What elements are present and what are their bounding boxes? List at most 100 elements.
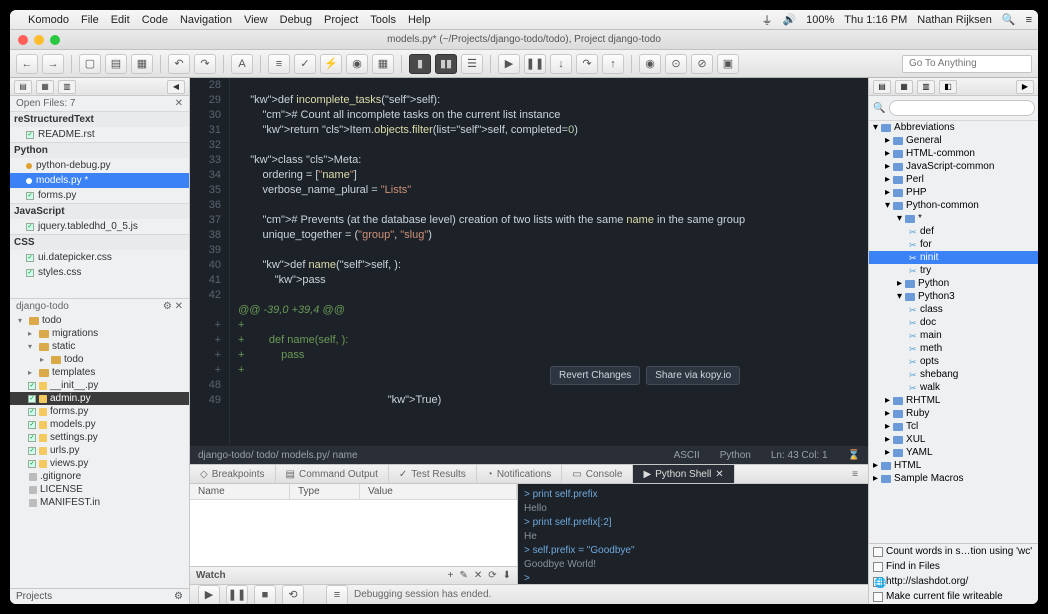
rt-js-common[interactable]: ▸JavaScript-common [869, 160, 1038, 173]
rp-tab-1[interactable]: ▤ [873, 80, 891, 94]
watch-refresh-icon[interactable]: ⟳ [488, 570, 496, 581]
rt-html-common[interactable]: ▸HTML-common [869, 147, 1038, 160]
rt-python3[interactable]: ▾Python3 [869, 290, 1038, 303]
debug-restart-icon[interactable]: ⟲ [282, 585, 304, 605]
tree-manifest[interactable]: MANIFEST.in [10, 496, 189, 509]
undo-button[interactable]: ↶ [168, 54, 190, 74]
rt-for[interactable]: ✂for [869, 238, 1038, 251]
save-macro-button[interactable]: ▣ [717, 54, 739, 74]
rt-general[interactable]: ▸General [869, 134, 1038, 147]
rt-star[interactable]: ▾* [869, 212, 1038, 225]
file-datepicker-css[interactable]: ✓ui.datepicker.css [10, 250, 189, 265]
file-models[interactable]: models.py * [10, 173, 189, 188]
watch-col-value[interactable]: Value [360, 484, 517, 499]
rt-yaml[interactable]: ▸YAML [869, 446, 1038, 459]
project-close-icon[interactable]: ✕ [175, 301, 183, 312]
status-language[interactable]: Python [720, 450, 751, 461]
rt-html[interactable]: ▸HTML [869, 459, 1038, 472]
debug-play-button[interactable]: ▶ [498, 54, 520, 74]
open-button[interactable]: ▤ [105, 54, 127, 74]
rp-tab-3[interactable]: ▥ [917, 80, 935, 94]
debug-play-icon[interactable]: ▶ [198, 585, 220, 605]
back-button[interactable]: ← [16, 54, 38, 74]
file-styles-css[interactable]: ✓styles.css [10, 265, 189, 280]
app-name[interactable]: Komodo [28, 14, 69, 26]
rb-slashdot[interactable]: 🌐http://slashdot.org/ [869, 574, 1038, 589]
debug-step-out-button[interactable]: ↑ [602, 54, 624, 74]
tree-urls-py[interactable]: ✓urls.py [10, 444, 189, 457]
rt-shebang[interactable]: ✂shebang [869, 368, 1038, 381]
menu-edit[interactable]: Edit [111, 14, 130, 26]
revert-changes-button[interactable]: Revert Changes [550, 366, 640, 385]
view-mode-1[interactable]: ▮ [409, 54, 431, 74]
menu-code[interactable]: Code [142, 14, 168, 26]
stop-macro-button[interactable]: ⊘ [691, 54, 713, 74]
status-encoding[interactable]: ASCII [674, 450, 700, 461]
watch-body[interactable] [190, 500, 517, 566]
menu-help[interactable]: Help [408, 14, 431, 26]
file-forms[interactable]: ✓forms.py [10, 188, 189, 203]
rt-perl[interactable]: ▸Perl [869, 173, 1038, 186]
file-readme[interactable]: ✓README.rst [10, 127, 189, 142]
run-macro-button[interactable]: ⚡ [320, 54, 342, 74]
check-button[interactable]: ≡ [268, 54, 290, 74]
view-mode-2[interactable]: ▮▮ [435, 54, 457, 74]
project-name[interactable]: django-todo [16, 301, 69, 312]
minimize-icon[interactable] [34, 35, 44, 45]
rt-python[interactable]: ▸Python [869, 277, 1038, 290]
rt-sample-macros[interactable]: ▸Sample Macros [869, 472, 1038, 485]
debug-step-in-button[interactable]: ↓ [550, 54, 572, 74]
python-shell-pane[interactable]: > print self.prefixHello> print self.pre… [518, 484, 868, 584]
battery-status[interactable]: 100% [806, 14, 834, 26]
projects-gear-icon[interactable]: ⚙ [174, 591, 183, 602]
record-button[interactable]: ◉ [346, 54, 368, 74]
close-tab-icon[interactable]: ✕ [715, 469, 723, 480]
save-button[interactable]: ▦ [131, 54, 153, 74]
debug-list-icon[interactable]: ≡ [326, 585, 348, 605]
zoom-icon[interactable] [50, 35, 60, 45]
rp-tab-2[interactable]: ▦ [895, 80, 913, 94]
user-name[interactable]: Nathan Rijksen [917, 14, 992, 26]
tree-views-py[interactable]: ✓views.py [10, 457, 189, 470]
debug-stop-icon[interactable]: ■ [254, 585, 276, 605]
tree-templates[interactable]: ▸templates [10, 366, 189, 379]
goto-anything-input[interactable] [902, 55, 1032, 73]
code-editor[interactable]: 282930313233343536373839404142++++4849 R… [190, 78, 868, 446]
tree-forms-py[interactable]: ✓forms.py [10, 405, 189, 418]
project-gear-icon[interactable]: ⚙ [163, 301, 172, 312]
rt-walk[interactable]: ✂walk [869, 381, 1038, 394]
view-mode-3[interactable]: ☰ [461, 54, 483, 74]
menu-view[interactable]: View [244, 14, 268, 26]
rt-py-common[interactable]: ▾Python-common [869, 199, 1038, 212]
file-jquery[interactable]: ✓jquery.tabledhd_0_5.js [10, 219, 189, 234]
menu-tools[interactable]: Tools [370, 14, 396, 26]
notifications-icon[interactable]: ≡ [1026, 14, 1032, 26]
toolbox-search-input[interactable] [889, 100, 1035, 116]
record-macro-button[interactable]: ◉ [639, 54, 661, 74]
share-kopy-button[interactable]: Share via kopy.io [646, 366, 740, 385]
rt-xul[interactable]: ▸XUL [869, 433, 1038, 446]
bottom-panel-menu-icon[interactable]: ≡ [842, 465, 868, 483]
menu-debug[interactable]: Debug [280, 14, 312, 26]
redo-button[interactable]: ↷ [194, 54, 216, 74]
rt-class[interactable]: ✂class [869, 303, 1038, 316]
window-controls[interactable] [18, 35, 60, 45]
rt-rhtml[interactable]: ▸RHTML [869, 394, 1038, 407]
watch-delete-icon[interactable]: ✕ [474, 570, 482, 581]
tree-license[interactable]: LICENSE [10, 483, 189, 496]
rt-def[interactable]: ✂def [869, 225, 1038, 238]
tab-test-results[interactable]: ✓ Test Results [389, 465, 477, 483]
panel-tab-code[interactable]: ▦ [36, 80, 54, 94]
tree-gitignore[interactable]: .gitignore [10, 470, 189, 483]
rp-collapse-icon[interactable]: ▶ [1016, 80, 1034, 94]
status-path[interactable]: django-todo/ todo/ models.py/ name [198, 450, 358, 461]
rt-abbrev[interactable]: ▾Abbreviations [869, 121, 1038, 134]
wifi-icon[interactable]: ⏚ [761, 12, 772, 28]
panel-tab-places[interactable]: ▤ [14, 80, 32, 94]
rb-find-in-files[interactable]: Find in Files [869, 559, 1038, 574]
tree-init-py[interactable]: ✓__init__.py [10, 379, 189, 392]
watch-col-type[interactable]: Type [290, 484, 360, 499]
watch-footer-label[interactable]: Watch [196, 570, 226, 581]
tree-settings-py[interactable]: ✓settings.py [10, 431, 189, 444]
new-file-button[interactable]: ▢ [79, 54, 101, 74]
